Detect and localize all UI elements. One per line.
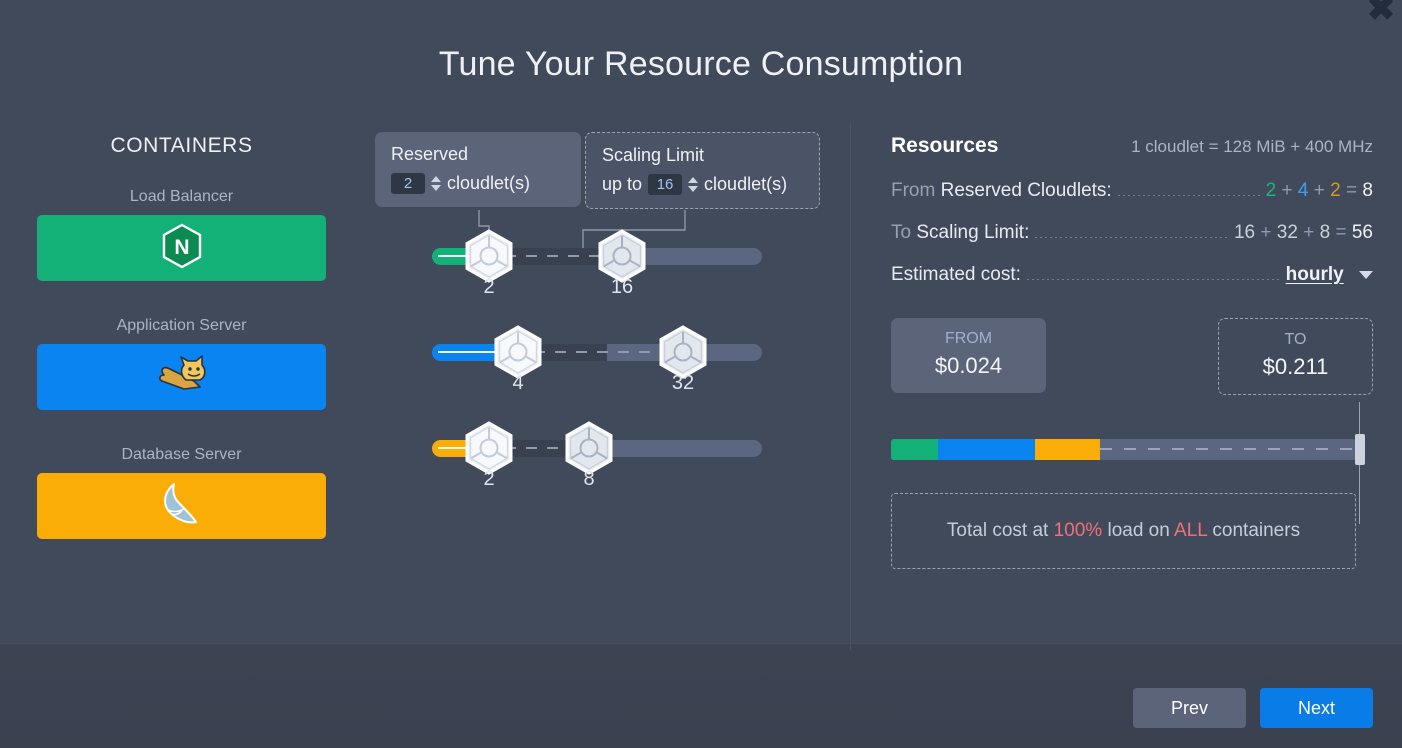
container-card-load-balancer[interactable]: N <box>37 215 326 281</box>
to-label: To <box>891 222 912 243</box>
scaling-stepper[interactable] <box>688 177 699 192</box>
container-label: Database Server <box>121 446 242 463</box>
container-entry-load-balancer: Load Balancer N <box>37 188 326 281</box>
reserved-cloudlets-label: Reserved Cloudlets: <box>940 180 1112 201</box>
to-caption: TO <box>1284 331 1307 348</box>
container-card-database-server[interactable] <box>37 473 326 539</box>
cost-box-from: FROM $0.024 <box>891 318 1046 393</box>
slider-row-database-server: 2 8 <box>375 406 830 502</box>
leader-line <box>1026 279 1280 280</box>
to-scaling-limit-row: To Scaling Limit: 16 + 32 + 8 = 56 <box>891 222 1373 244</box>
from-label: From <box>891 180 936 201</box>
billing-period-dropdown[interactable]: hourly <box>1286 264 1373 286</box>
next-button[interactable]: Next <box>1260 688 1373 728</box>
scaling-limit-label: Scaling Limit: <box>916 222 1030 243</box>
container-entry-database-server: Database Server <box>37 446 326 539</box>
stepper-down-icon[interactable] <box>431 185 441 191</box>
from-caption: FROM <box>944 330 993 347</box>
from-reserved-row: From Reserved Cloudlets: 2 + 4 + 2 = 8 <box>891 180 1373 202</box>
cost-bar-handle[interactable] <box>1355 434 1365 465</box>
tomcat-logo-icon <box>154 353 210 402</box>
scaling-limit-tooltip: Scaling Limit up to 16 cloudlet(s) <box>585 132 820 209</box>
sliders-panel: Reserved 2 cloudlet(s) Scaling Limit up … <box>375 132 830 502</box>
vertical-divider <box>850 122 851 650</box>
slider-value-reserved: 2 <box>483 468 495 490</box>
containers-panel: CONTAINERS Load Balancer N Application S… <box>37 134 326 575</box>
cost-box-to: TO $0.211 <box>1218 318 1373 395</box>
slider-row-load-balancer: 2 16 <box>375 214 830 310</box>
containers-heading: CONTAINERS <box>110 134 253 157</box>
slider-tooltips: Reserved 2 cloudlet(s) Scaling Limit up … <box>375 132 830 254</box>
resources-title: Resources <box>891 134 999 157</box>
estimated-cost-row: Estimated cost: hourly <box>891 264 1373 286</box>
to-cost-value: $0.211 <box>1262 354 1329 379</box>
container-card-application-server[interactable] <box>37 344 326 410</box>
slider-value-limit: 32 <box>671 372 695 394</box>
resources-panel: Resources 1 cloudlet = 128 MiB + 400 MHz… <box>891 134 1373 569</box>
slider-row-application-server: 4 32 <box>375 310 830 406</box>
slider-value-limit: 16 <box>610 276 634 298</box>
total-note-text: Total cost at 100% load on ALL container… <box>946 520 1301 541</box>
slider-dashes <box>504 255 607 257</box>
total-cost-note: Total cost at 100% load on ALL container… <box>891 493 1356 569</box>
stepper-up-icon[interactable] <box>688 177 699 183</box>
nginx-logo-icon: N <box>161 223 203 274</box>
cost-segment-database-server <box>1035 439 1101 460</box>
cost-distribution-bar[interactable] <box>891 439 1356 460</box>
cost-segment-remaining <box>1100 439 1356 460</box>
slider-value-reserved: 4 <box>512 372 524 394</box>
scaling-unit: cloudlet(s) <box>704 174 788 194</box>
chevron-down-icon[interactable] <box>1359 270 1373 279</box>
svg-text:N: N <box>174 236 189 259</box>
container-entry-application-server: Application Server <box>37 317 326 410</box>
estimated-cost-label: Estimated cost: <box>891 264 1021 285</box>
wizard-footer: Prev Next <box>1133 688 1373 728</box>
reserved-tooltip: Reserved 2 cloudlet(s) <box>375 132 581 207</box>
container-label: Application Server <box>116 317 247 334</box>
cost-segment-application-server <box>937 439 1036 460</box>
billing-period-value: hourly <box>1285 264 1344 285</box>
leader-line <box>1117 195 1260 196</box>
container-label: Load Balancer <box>129 188 234 205</box>
scaling-prefix: up to <box>602 174 643 194</box>
reserved-input[interactable]: 2 <box>391 173 425 194</box>
stepper-up-icon[interactable] <box>431 176 441 182</box>
close-icon[interactable]: ✖ <box>1364 0 1398 26</box>
reserved-title: Reserved <box>391 144 469 164</box>
cost-segment-load-balancer <box>891 439 938 460</box>
cloudlet-definition: 1 cloudlet = 128 MiB + 400 MHz <box>1131 137 1373 156</box>
scaling-input[interactable]: 16 <box>648 174 683 195</box>
page-title: Tune Your Resource Consumption <box>438 45 964 83</box>
leader-line <box>1035 237 1228 238</box>
cost-summary: FROM $0.024 TO $0.211 Total cost at 100%… <box>891 318 1373 569</box>
stepper-down-icon[interactable] <box>688 186 699 192</box>
slider-value-limit: 8 <box>583 468 595 490</box>
reserved-stepper[interactable] <box>431 176 441 191</box>
scaling-title: Scaling Limit <box>602 145 705 165</box>
reserved-unit: cloudlet(s) <box>447 173 531 193</box>
to-scaling-value: 16 + 32 + 8 = 56 <box>1233 222 1373 243</box>
slider-value-reserved: 2 <box>483 276 495 298</box>
footer-divider <box>0 643 1402 644</box>
tune-resource-consumption-dialog: ✖ Tune Your Resource Consumption CONTAIN… <box>0 0 1402 748</box>
slider-track[interactable] <box>432 344 762 361</box>
prev-button[interactable]: Prev <box>1133 688 1246 728</box>
mysql-logo-icon <box>156 480 208 533</box>
from-cost-value: $0.024 <box>934 353 1003 378</box>
resources-header: Resources 1 cloudlet = 128 MiB + 400 MHz <box>891 134 1373 158</box>
from-reserved-value: 2 + 4 + 2 = 8 <box>1265 180 1373 201</box>
